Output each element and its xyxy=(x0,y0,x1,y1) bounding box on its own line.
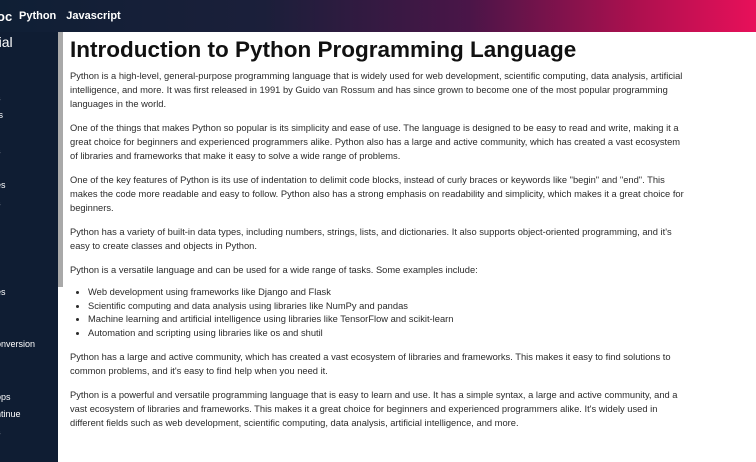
sidebar-item[interactable]: es xyxy=(0,180,6,190)
paragraph: Python has a large and active community,… xyxy=(70,352,671,376)
sidebar-title: rial xyxy=(0,34,13,50)
list-item: Automation and scripting using libraries… xyxy=(88,327,690,341)
list-item: Web development using frameworks like Dj… xyxy=(88,286,690,300)
paragraph: Python is a high-level, general-purpose … xyxy=(70,71,683,109)
sidebar-item[interactable]: s xyxy=(0,427,1,437)
sidebar-item[interactable]: onversion xyxy=(0,339,35,349)
sidebar-item[interactable]: es xyxy=(0,287,6,297)
nav-javascript[interactable]: Javascript xyxy=(66,10,120,22)
list-item: Scientific computing and data analysis u… xyxy=(88,300,690,314)
sidebar-item[interactable]: ops xyxy=(0,392,11,402)
sidebar-item[interactable]: ntinue xyxy=(0,409,21,419)
content-scroll-indicator xyxy=(58,32,63,287)
sidebar-item[interactable]: ts xyxy=(0,110,3,120)
paragraph: One of the things that makes Python so p… xyxy=(70,123,681,161)
sidebar-item[interactable]: s xyxy=(0,146,1,156)
page-title: Introduction to Python Programming Langu… xyxy=(70,37,577,62)
top-navbar: oc Python Javascript xyxy=(0,0,756,32)
article: Introduction to Python Programming Langu… xyxy=(70,32,690,430)
examples-list: Web development using frameworks like Dj… xyxy=(88,286,690,340)
list-item: Machine learning and artificial intellig… xyxy=(88,313,690,327)
paragraph: Python is a powerful and versatile progr… xyxy=(70,390,678,428)
sidebar: rial i s ts s es s es onversion ops ntin… xyxy=(0,32,58,462)
site-logo[interactable]: oc xyxy=(0,9,19,24)
nav-python[interactable]: Python xyxy=(19,10,56,22)
paragraph: Python has a variety of built-in data ty… xyxy=(70,227,672,251)
paragraph: One of the key features of Python is its… xyxy=(70,175,684,213)
sidebar-item[interactable]: s xyxy=(0,93,1,103)
sidebar-item[interactable]: s xyxy=(0,198,1,208)
paragraph: Python is a versatile language and can b… xyxy=(70,265,478,275)
